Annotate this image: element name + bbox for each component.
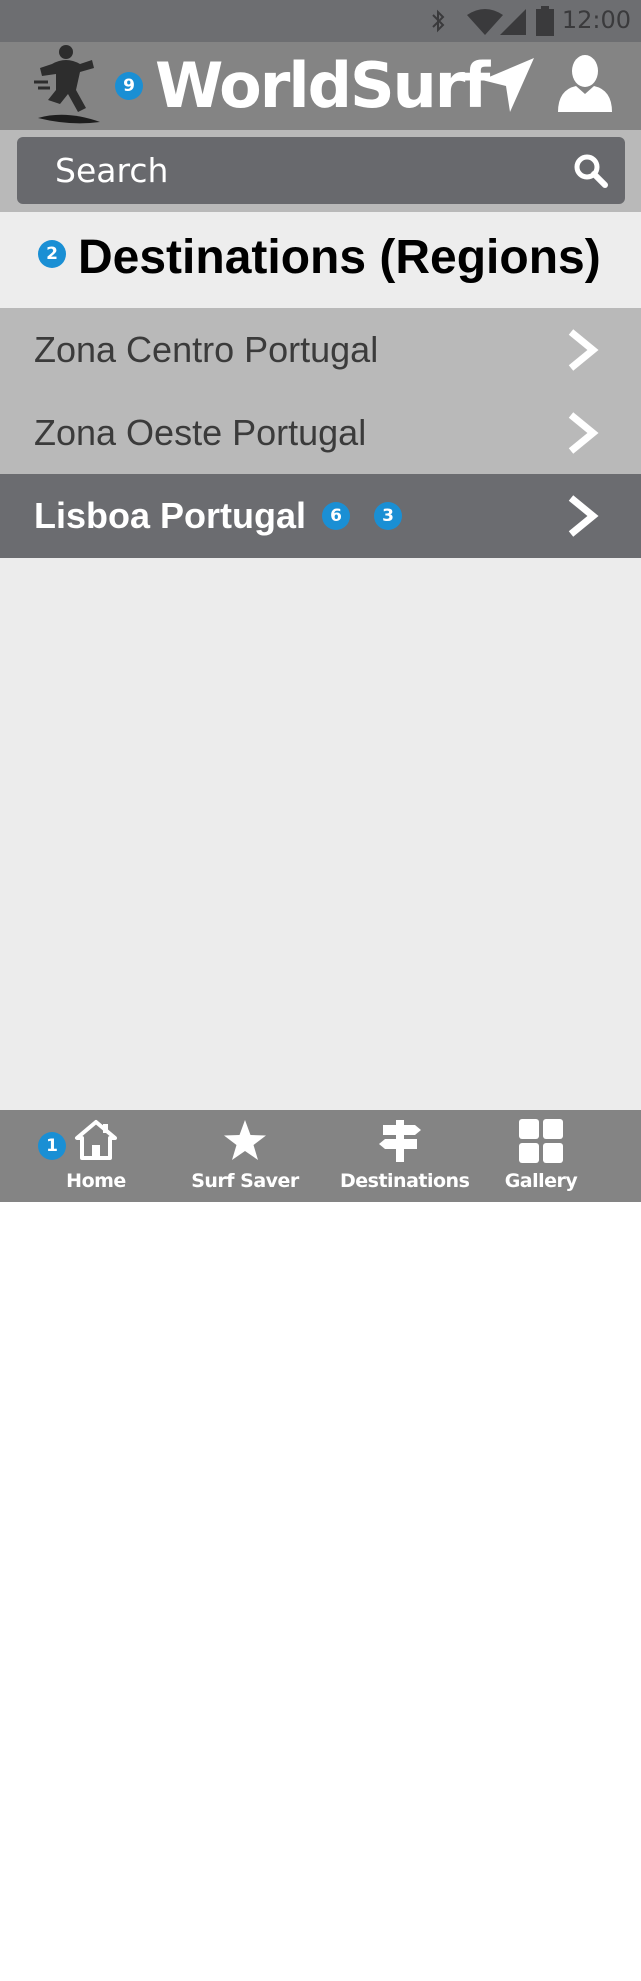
list-item-lisboa[interactable]: Lisboa Portugal 6 3 [0,474,641,558]
nav-gallery[interactable]: Gallery [496,1110,586,1202]
annotation-badge: 6 [322,502,350,530]
search-placeholder: Search [55,151,169,190]
nav-label: Destinations [340,1170,470,1192]
battery-icon [536,6,554,40]
user-icon[interactable] [556,54,614,118]
surfer-logo[interactable] [30,42,106,128]
status-bar: 12:00 [0,0,641,42]
search-icon[interactable] [573,153,609,193]
star-icon [222,1118,268,1168]
list-item-zona-oeste[interactable]: Zona Oeste Portugal [0,391,641,474]
list-item-zona-centro[interactable]: Zona Centro Portugal [0,308,641,391]
list-item-label: Zona Centro Portugal [34,329,379,370]
page-title: Destinations (Regions) [78,231,601,284]
bluetooth-icon [430,8,446,38]
chevron-right-icon [565,411,601,459]
annotation-badge: 9 [115,72,143,100]
annotation-badge: 3 [374,502,402,530]
chevron-right-icon [565,494,601,542]
nav-surf-saver[interactable]: Surf Saver [190,1110,300,1202]
status-time: 12:00 [561,6,631,34]
list-item-label: Lisboa Portugal [34,495,307,536]
app-title: WorldSurf [155,49,490,122]
section-header: 2 Destinations (Regions) [0,212,641,308]
nav-home[interactable]: Home [50,1110,142,1202]
location-arrow-icon[interactable] [480,56,536,118]
annotation-badge: 2 [38,240,66,268]
search-bar: Search [0,130,641,212]
app-header: 9 WorldSurf [0,42,641,130]
list-item-label: Zona Oeste Portugal [34,412,367,453]
grid-icon [518,1118,564,1168]
nav-label: Gallery [504,1170,578,1192]
nav-label: Surf Saver [191,1170,299,1192]
search-input[interactable]: Search [17,137,625,204]
home-icon [74,1118,118,1166]
signpost-icon [377,1118,423,1168]
chevron-right-icon [565,328,601,376]
empty-content-area [0,558,641,1110]
signal-icon [498,8,528,40]
bottom-nav: 1 Home Surf Saver Destinations Gallery [0,1110,641,1202]
nav-label: Home [66,1170,126,1192]
nav-destinations[interactable]: Destinations [340,1110,470,1202]
app-screen: 12:00 9 WorldSurf Search 2 Destinations … [0,0,641,1202]
